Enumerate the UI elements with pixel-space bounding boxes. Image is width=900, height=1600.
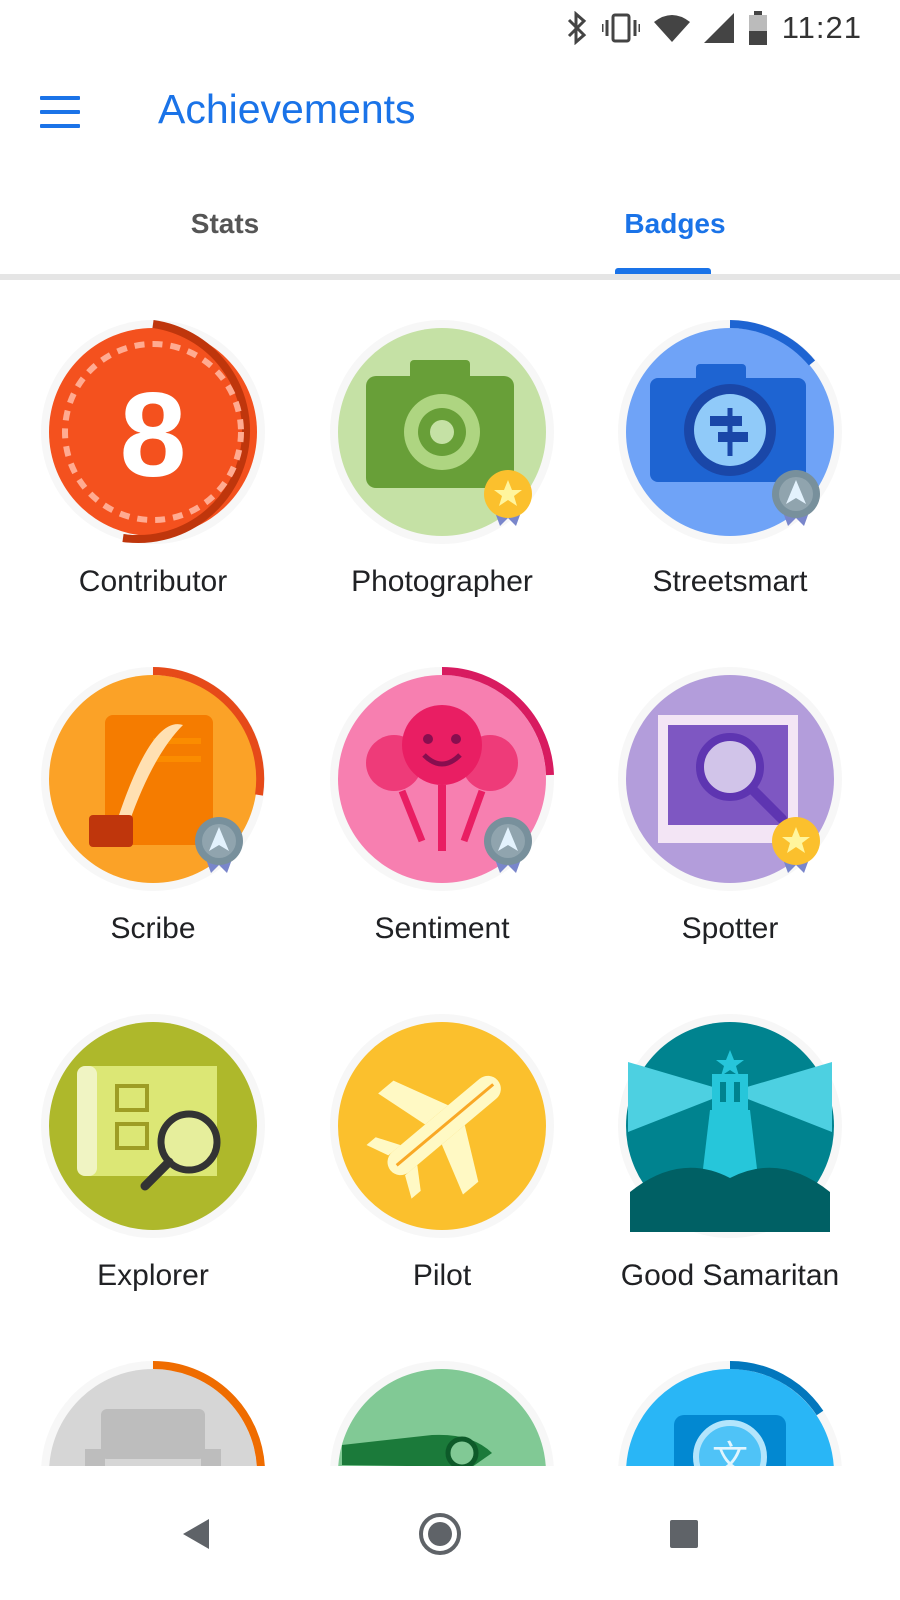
badge-label: Streetsmart: [652, 565, 808, 598]
home-icon[interactable]: [400, 1494, 480, 1574]
tab-badges[interactable]: Badges: [450, 186, 900, 274]
airplane-icon: [330, 1014, 554, 1238]
tab-bar: Stats Badges: [0, 186, 900, 276]
badge-label: Photographer: [351, 565, 533, 598]
app-bar: Achievements: [0, 56, 900, 170]
svg-text:文: 文: [712, 1439, 748, 1466]
translate-badge-icon: 文: [618, 1360, 842, 1466]
lighthouse-icon: [618, 1014, 842, 1238]
badge-label: Spotter: [681, 912, 779, 945]
status-bar: 11:21: [0, 0, 900, 56]
map-magnifier-icon: [41, 1014, 265, 1238]
badge-label: Sentiment: [374, 912, 510, 945]
badge-label: Scribe: [110, 912, 196, 945]
quill-scroll-icon: [41, 667, 265, 891]
menu-icon[interactable]: [38, 94, 82, 130]
badge-grid: 8 Contributor Photographer Streetsmart S…: [0, 280, 900, 1466]
green-badge-icon: [330, 1361, 554, 1466]
svg-text:8: 8: [120, 368, 187, 502]
badge-label: Good Samaritan: [620, 1259, 840, 1292]
battery-icon: [748, 11, 768, 45]
badge-label: Pilot: [412, 1259, 472, 1292]
back-icon[interactable]: [157, 1494, 237, 1574]
badge-label: Explorer: [97, 1259, 209, 1292]
badge-spotter[interactable]: Spotter: [585, 627, 875, 967]
badge-row4-1[interactable]: [8, 1321, 298, 1466]
signal-icon: [703, 13, 734, 43]
badge-pilot[interactable]: Pilot: [297, 974, 587, 1314]
badge-photographer[interactable]: Photographer: [297, 280, 587, 620]
badge-label: Contributor: [78, 565, 228, 598]
tab-stats[interactable]: Stats: [0, 186, 450, 274]
badge-sentiment[interactable]: Sentiment: [297, 627, 587, 967]
badge-scribe[interactable]: Scribe: [8, 627, 298, 967]
vibrate-icon: [601, 13, 640, 43]
grey-badge-icon: [41, 1361, 265, 1466]
bluetooth-icon: [566, 11, 588, 45]
badge-good-samaritan[interactable]: Good Samaritan: [585, 974, 875, 1314]
badge-row4-3[interactable]: 文: [585, 1321, 875, 1466]
level-8-icon: 8: [41, 320, 265, 544]
badge-row4-2[interactable]: [297, 1321, 587, 1466]
camera-icon: [330, 320, 554, 544]
status-time: 11:21: [781, 10, 862, 45]
page-title: Achievements: [158, 86, 416, 132]
status-icons: 11:21: [566, 8, 862, 48]
photo-magnifier-icon: [618, 667, 842, 891]
camera-signpost-icon: [618, 320, 842, 544]
navigation-bar: [0, 1466, 900, 1600]
wifi-icon: [653, 14, 690, 42]
badge-explorer[interactable]: Explorer: [8, 974, 298, 1314]
smiley-faces-icon: [330, 667, 554, 891]
recents-icon[interactable]: [644, 1494, 724, 1574]
badge-streetsmart[interactable]: Streetsmart: [585, 280, 875, 620]
badge-contributor[interactable]: 8 Contributor: [8, 280, 298, 620]
